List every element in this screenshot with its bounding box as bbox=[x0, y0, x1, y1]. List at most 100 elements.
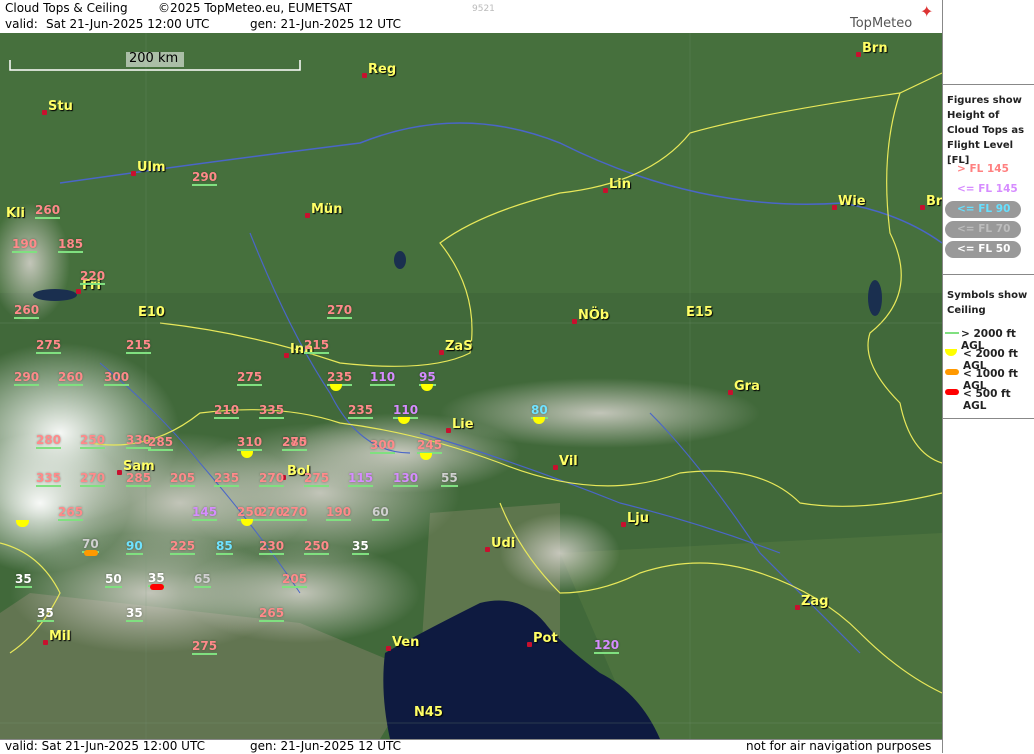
city-marker bbox=[386, 646, 391, 651]
tops-legend-item: > FL 145 bbox=[943, 161, 1034, 179]
tops-legend-item: <= FL 145 bbox=[943, 181, 1034, 199]
flight-level-value: 285 bbox=[126, 471, 152, 487]
ceiling-symbol bbox=[150, 584, 164, 590]
city-marker bbox=[305, 213, 310, 218]
flight-level-value: 270 bbox=[259, 471, 285, 487]
flight-level-value: 145 bbox=[192, 505, 218, 521]
legend-swatch bbox=[945, 369, 959, 375]
flight-level-value: 115 bbox=[348, 471, 374, 487]
city-marker bbox=[603, 188, 608, 193]
flight-level-value: 270 bbox=[80, 471, 106, 487]
place-label: E15 bbox=[686, 305, 713, 320]
flight-level-value: 250 bbox=[80, 433, 106, 449]
city-marker bbox=[131, 171, 136, 176]
tops-legend-title: Figures show Height of Cloud Tops as Fli… bbox=[947, 95, 1025, 166]
legend-divider bbox=[943, 84, 1034, 85]
city-marker bbox=[485, 547, 490, 552]
ceiling-legend-item: < 1000 ft AGL bbox=[943, 366, 1034, 392]
legend-divider bbox=[943, 274, 1034, 275]
flight-level-value: 250 bbox=[304, 539, 330, 555]
legend-swatch bbox=[945, 349, 957, 356]
place-label: ZaS bbox=[445, 339, 473, 354]
city-marker bbox=[553, 465, 558, 470]
legend-label: <= FL 90 bbox=[957, 203, 1011, 215]
flight-level-value: 285 bbox=[148, 435, 174, 451]
map-area[interactable]: 200 km Brn Reg Stu Ulm Lin Wie Br Kli Mün Fri E10 N… bbox=[0, 33, 942, 739]
footer-valid: valid: Sat 21-Jun-2025 12:00 UTC bbox=[5, 739, 205, 753]
city-marker bbox=[832, 205, 837, 210]
place-label: Udi bbox=[491, 536, 516, 551]
legend-label: <= FL 70 bbox=[957, 223, 1011, 235]
city-marker bbox=[572, 319, 577, 324]
place-label: Ven bbox=[392, 635, 420, 650]
copyright: ©2025 TopMeteo.eu, EUMETSAT bbox=[158, 1, 353, 15]
flight-level-value: 280 bbox=[36, 433, 62, 449]
city-marker bbox=[920, 205, 925, 210]
city-marker bbox=[446, 428, 451, 433]
place-label: N45 bbox=[414, 705, 443, 720]
image-code: 9521 bbox=[472, 4, 495, 14]
flight-level-value: 110 bbox=[370, 370, 396, 386]
ceiling-legend-item: > 2000 ft AGL bbox=[943, 326, 1034, 352]
flight-level-value: 220 bbox=[80, 269, 106, 285]
place-label: Wie bbox=[838, 194, 866, 209]
city-marker bbox=[284, 353, 289, 358]
flight-level-value: 275 bbox=[237, 370, 263, 386]
legend-label: <= FL 50 bbox=[957, 243, 1011, 255]
flight-level-value: 90 bbox=[126, 539, 143, 555]
flight-level-value: 130 bbox=[393, 471, 419, 487]
legend-divider bbox=[943, 418, 1034, 419]
footer-gen: gen: 21-Jun-2025 12 UTC bbox=[250, 739, 402, 753]
city-marker bbox=[728, 390, 733, 395]
city-marker bbox=[362, 73, 367, 78]
flight-level-value: 225 bbox=[170, 539, 196, 555]
map-background bbox=[0, 33, 942, 739]
ceiling-legend-item: < 500 ft AGL bbox=[943, 386, 1034, 412]
place-label: Br bbox=[926, 194, 942, 209]
city-marker bbox=[621, 522, 626, 527]
place-label: Pot bbox=[533, 631, 558, 646]
map-title: Cloud Tops & Ceiling bbox=[5, 1, 128, 15]
ceiling-legend-title: Symbols show Ceiling bbox=[947, 290, 1028, 316]
flight-level-value: 335 bbox=[36, 471, 62, 487]
flight-level-value: 190 bbox=[12, 237, 38, 253]
flight-level-value: 235 bbox=[214, 471, 240, 487]
legend-swatch bbox=[945, 389, 959, 395]
flight-level-value: 215 bbox=[304, 338, 330, 354]
place-label: Mün bbox=[311, 202, 343, 217]
place-label: Gra bbox=[734, 379, 760, 394]
valid-label: valid: bbox=[5, 17, 38, 31]
legend-label: > FL 145 bbox=[957, 163, 1009, 175]
city-marker bbox=[43, 640, 48, 645]
footer-disclaimer: not for air navigation purposes bbox=[746, 739, 932, 753]
ceiling-legend-item: < 2000 ft AGL bbox=[943, 346, 1034, 372]
place-label: E10 bbox=[138, 305, 165, 320]
place-label: Lin bbox=[609, 177, 631, 192]
flight-level-value: 35 bbox=[37, 606, 54, 622]
flight-level-value: 50 bbox=[105, 572, 122, 588]
flight-level-value: 275 bbox=[282, 435, 308, 451]
flight-level-value: 265 bbox=[259, 606, 285, 622]
flight-level-value: 270 bbox=[259, 505, 285, 521]
tops-legend-item: <= FL 90 bbox=[943, 201, 1034, 219]
flight-level-value: 60 bbox=[372, 505, 389, 521]
place-label: Reg bbox=[368, 62, 397, 77]
legend-label: <= FL 145 bbox=[957, 183, 1018, 195]
flight-level-value: 235 bbox=[348, 403, 374, 419]
legend-panel: Figures show Height of Cloud Tops as Fli… bbox=[942, 0, 1034, 753]
flight-level-value: 275 bbox=[304, 471, 330, 487]
place-label: NÖb bbox=[578, 308, 610, 323]
compass-logo-icon: ✦ bbox=[920, 2, 934, 21]
flight-level-value: 205 bbox=[170, 471, 196, 487]
city-marker bbox=[117, 470, 122, 475]
flight-level-value: 335 bbox=[259, 403, 285, 419]
flight-level-value: 275 bbox=[36, 338, 62, 354]
flight-level-value: 65 bbox=[194, 572, 211, 588]
flight-level-value: 300 bbox=[370, 438, 396, 454]
place-label: Zag bbox=[801, 594, 829, 609]
flight-level-value: 290 bbox=[192, 170, 218, 186]
flight-level-value: 210 bbox=[214, 403, 240, 419]
legend-swatch bbox=[945, 332, 959, 334]
place-label: Lie bbox=[452, 417, 474, 432]
flight-level-value: 260 bbox=[14, 303, 40, 319]
